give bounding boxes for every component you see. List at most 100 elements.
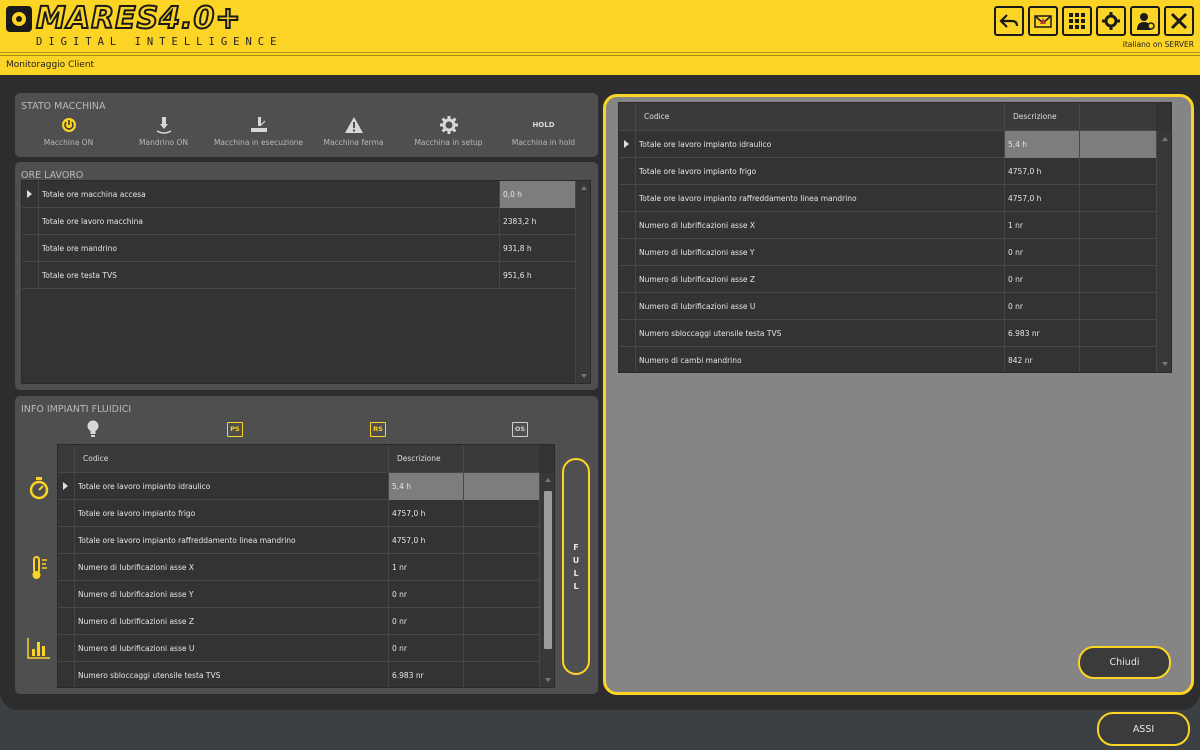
scroll-up-icon[interactable]	[581, 186, 587, 190]
tab-bulb[interactable]	[85, 420, 101, 438]
table-row[interactable]: Numero di lubrificazioni asse Y 0 nr	[619, 239, 1156, 266]
row-value: 6.983 nr	[388, 662, 463, 687]
row-value: 4757,0 h	[1004, 158, 1079, 185]
grid-header: Codice Descrizione	[619, 103, 1156, 131]
user-settings-icon[interactable]	[1130, 6, 1160, 36]
table-row[interactable]: Numero di lubrificazioni asse Z 0 nr	[619, 266, 1156, 293]
header-codice[interactable]: Codice	[74, 445, 388, 473]
table-row[interactable]: Numero sbloccaggi utensile testa TVS 6.9…	[58, 662, 539, 687]
row-label: Totale ore lavoro impianto idraulico	[74, 473, 388, 500]
state-macchina-setup: Macchina in setup	[401, 115, 496, 147]
power-icon	[61, 118, 76, 132]
side-thermometer[interactable]	[21, 550, 57, 586]
row-value: 0 nr	[388, 635, 463, 662]
row-value: 0 nr	[1004, 239, 1079, 266]
assi-button[interactable]: ASSI	[1097, 712, 1190, 746]
header-descrizione[interactable]: Descrizione	[1004, 103, 1079, 131]
row-label: Totale ore lavoro impianto idraulico	[635, 131, 1004, 158]
tab-rs[interactable]: RS	[370, 420, 386, 438]
popup-scrollbar[interactable]	[1156, 131, 1171, 372]
row-value: 0,0 h	[499, 181, 575, 208]
tab-ps[interactable]: PS	[227, 420, 243, 438]
row-label: Numero di lubrificazioni asse Z	[74, 608, 388, 635]
state-macchina-ferma: Macchina ferma	[306, 115, 401, 147]
table-row[interactable]: Totale ore lavoro impianto raffreddament…	[619, 185, 1156, 212]
table-row[interactable]: Numero di lubrificazioni asse U 0 nr	[619, 293, 1156, 320]
popup-grid: Codice Descrizione Totale ore lavoro imp…	[618, 102, 1172, 373]
row-value: 4757,0 h	[388, 527, 463, 554]
table-row[interactable]: Numero di cambi mandrino 842 nr	[619, 347, 1156, 372]
scroll-down-icon[interactable]	[1162, 362, 1168, 366]
header-codice[interactable]: Codice	[635, 103, 1004, 131]
settings-icon[interactable]	[1096, 6, 1126, 36]
row-selector-icon	[63, 482, 68, 490]
row-label: Numero di lubrificazioni asse X	[635, 212, 1004, 239]
fluidici-grid: Codice Descrizione Totale ore lavoro imp…	[57, 444, 555, 688]
scroll-up-icon[interactable]	[1162, 137, 1168, 141]
state-macchina-on: Macchina ON	[21, 115, 116, 147]
table-row[interactable]: Numero di lubrificazioni asse X 1 nr	[58, 554, 539, 581]
row-value: 5,4 h	[1004, 131, 1079, 158]
row-selector-icon	[624, 140, 629, 148]
table-row[interactable]: Totale ore lavoro impianto frigo 4757,0 …	[58, 500, 539, 527]
full-button[interactable]: FULL	[562, 458, 590, 675]
row-value: 4757,0 h	[388, 500, 463, 527]
table-row[interactable]: Totale ore macchina accesa 0,0 h	[22, 181, 575, 208]
row-label: Totale ore lavoro macchina	[38, 208, 499, 235]
table-row[interactable]: Numero di lubrificazioni asse X 1 nr	[619, 212, 1156, 239]
table-row[interactable]: Totale ore mandrino 931,8 h	[22, 235, 575, 262]
state-macchina-esecuzione: Macchina in esecuzione	[211, 115, 306, 147]
back-icon[interactable]	[994, 6, 1024, 36]
tab-os[interactable]: OS	[512, 420, 528, 438]
row-label: Numero di lubrificazioni asse Y	[74, 581, 388, 608]
table-row[interactable]: Numero sbloccaggi utensile testa TVS 6.9…	[619, 320, 1156, 347]
scroll-up-icon[interactable]	[545, 478, 551, 482]
row-value: 2383,2 h	[499, 208, 575, 235]
scroll-down-icon[interactable]	[545, 678, 551, 682]
row-value: 0 nr	[388, 581, 463, 608]
close-icon[interactable]	[1164, 6, 1194, 36]
table-row[interactable]: Numero di lubrificazioni asse Y 0 nr	[58, 581, 539, 608]
row-label: Totale ore lavoro impianto raffreddament…	[74, 527, 388, 554]
header-descrizione[interactable]: Descrizione	[388, 445, 463, 473]
table-row[interactable]: Totale ore lavoro impianto frigo 4757,0 …	[619, 158, 1156, 185]
os-badge: OS	[512, 421, 528, 437]
table-row[interactable]: Totale ore lavoro impianto idraulico 5,4…	[619, 131, 1156, 158]
grid-icon[interactable]	[1062, 6, 1092, 36]
scroll-thumb[interactable]	[544, 491, 552, 649]
table-row[interactable]: Numero di lubrificazioni asse U 0 nr	[58, 635, 539, 662]
table-row[interactable]: Totale ore lavoro impianto raffreddament…	[58, 527, 539, 554]
row-label: Totale ore mandrino	[38, 235, 499, 262]
state-label: Macchina ferma	[323, 138, 384, 147]
side-stopwatch[interactable]	[21, 470, 57, 506]
state-macchina-hold: HOLD Macchina in hold	[496, 115, 591, 147]
row-label: Numero di lubrificazioni asse X	[74, 554, 388, 581]
row-value: 4757,0 h	[1004, 185, 1079, 212]
row-label: Numero di lubrificazioni asse Z	[635, 266, 1004, 293]
ps-badge: PS	[227, 421, 243, 437]
row-value: 0 nr	[1004, 293, 1079, 320]
table-row[interactable]: Totale ore lavoro macchina 2383,2 h	[22, 208, 575, 235]
row-label: Totale ore macchina accesa	[38, 181, 499, 208]
full-label: FULL	[572, 542, 580, 591]
scroll-down-icon[interactable]	[581, 374, 587, 378]
rs-badge: RS	[370, 421, 386, 437]
mail-alert-icon[interactable]	[1028, 6, 1058, 36]
fluidici-scrollbar[interactable]	[539, 473, 554, 687]
row-value: 1 nr	[388, 554, 463, 581]
header-divider	[0, 52, 1200, 53]
row-label: Numero sbloccaggi utensile testa TVS	[635, 320, 1004, 347]
ore-lavoro-scrollbar[interactable]	[575, 181, 590, 383]
table-row[interactable]: Totale ore lavoro impianto idraulico 5,4…	[58, 473, 539, 500]
chiudi-button[interactable]: Chiudi	[1078, 646, 1171, 679]
table-row[interactable]: Numero di lubrificazioni asse Z 0 nr	[58, 608, 539, 635]
grid-header: Codice Descrizione	[58, 445, 539, 473]
spindle-icon	[156, 117, 171, 134]
thermometer-icon	[32, 556, 47, 579]
state-label: Macchina ON	[43, 138, 94, 147]
stato-row: Macchina ON Mandrino ON Macchina in esec…	[15, 115, 598, 150]
table-row[interactable]: Totale ore testa TVS 951,6 h	[22, 262, 575, 289]
language-label: italiano on SERVER	[1122, 40, 1194, 49]
side-chart[interactable]	[21, 630, 57, 666]
row-value: 1 nr	[1004, 212, 1079, 239]
